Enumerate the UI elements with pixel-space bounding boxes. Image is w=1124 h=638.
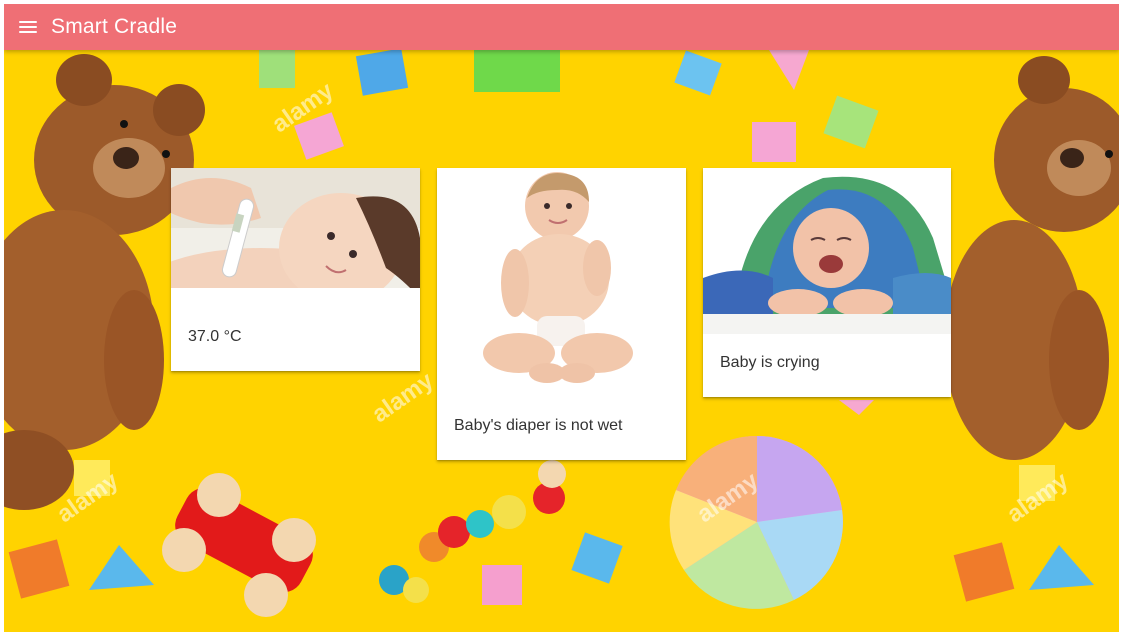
red-toy-car — [162, 473, 316, 617]
temperature-label: 37.0 °C — [188, 328, 242, 345]
hamburger-menu-icon[interactable] — [19, 20, 37, 34]
orange-cube-right — [953, 542, 1015, 602]
green-lego — [474, 50, 560, 92]
cyan-cube — [674, 50, 722, 96]
pink-lego-2 — [752, 122, 796, 162]
sitting-baby-photo — [437, 168, 686, 398]
blue-triangle — [89, 545, 154, 590]
blue-lego — [355, 50, 409, 96]
app-bar: Smart Cradle — [4, 4, 1119, 50]
diaper-status-label: Baby's diaper is not wet — [454, 417, 623, 434]
rainbow-ball — [669, 435, 843, 609]
app-frame: Smart Cradle alamy alamy alamy alamy ala… — [4, 4, 1119, 632]
pink-shape — [839, 400, 874, 415]
baby-thermometer-photo — [171, 168, 420, 308]
app-title: Smart Cradle — [51, 15, 178, 38]
blue-cube — [571, 532, 623, 584]
diaper-card[interactable]: Baby's diaper is not wet — [437, 168, 686, 460]
temperature-card[interactable]: 37.0 °C — [171, 168, 420, 371]
blue-triangle-right — [1029, 545, 1094, 590]
pink-cube — [482, 565, 522, 605]
green-block — [259, 50, 295, 88]
crying-status-label: Baby is crying — [720, 354, 820, 371]
orange-cube — [8, 539, 70, 599]
bead-caterpillar — [379, 460, 566, 603]
crying-baby-towel-photo — [703, 168, 951, 334]
green-cube — [823, 95, 879, 149]
pink-triangle — [769, 50, 809, 90]
crying-card[interactable]: Baby is crying — [703, 168, 951, 397]
teddy-bear-right — [944, 56, 1119, 460]
